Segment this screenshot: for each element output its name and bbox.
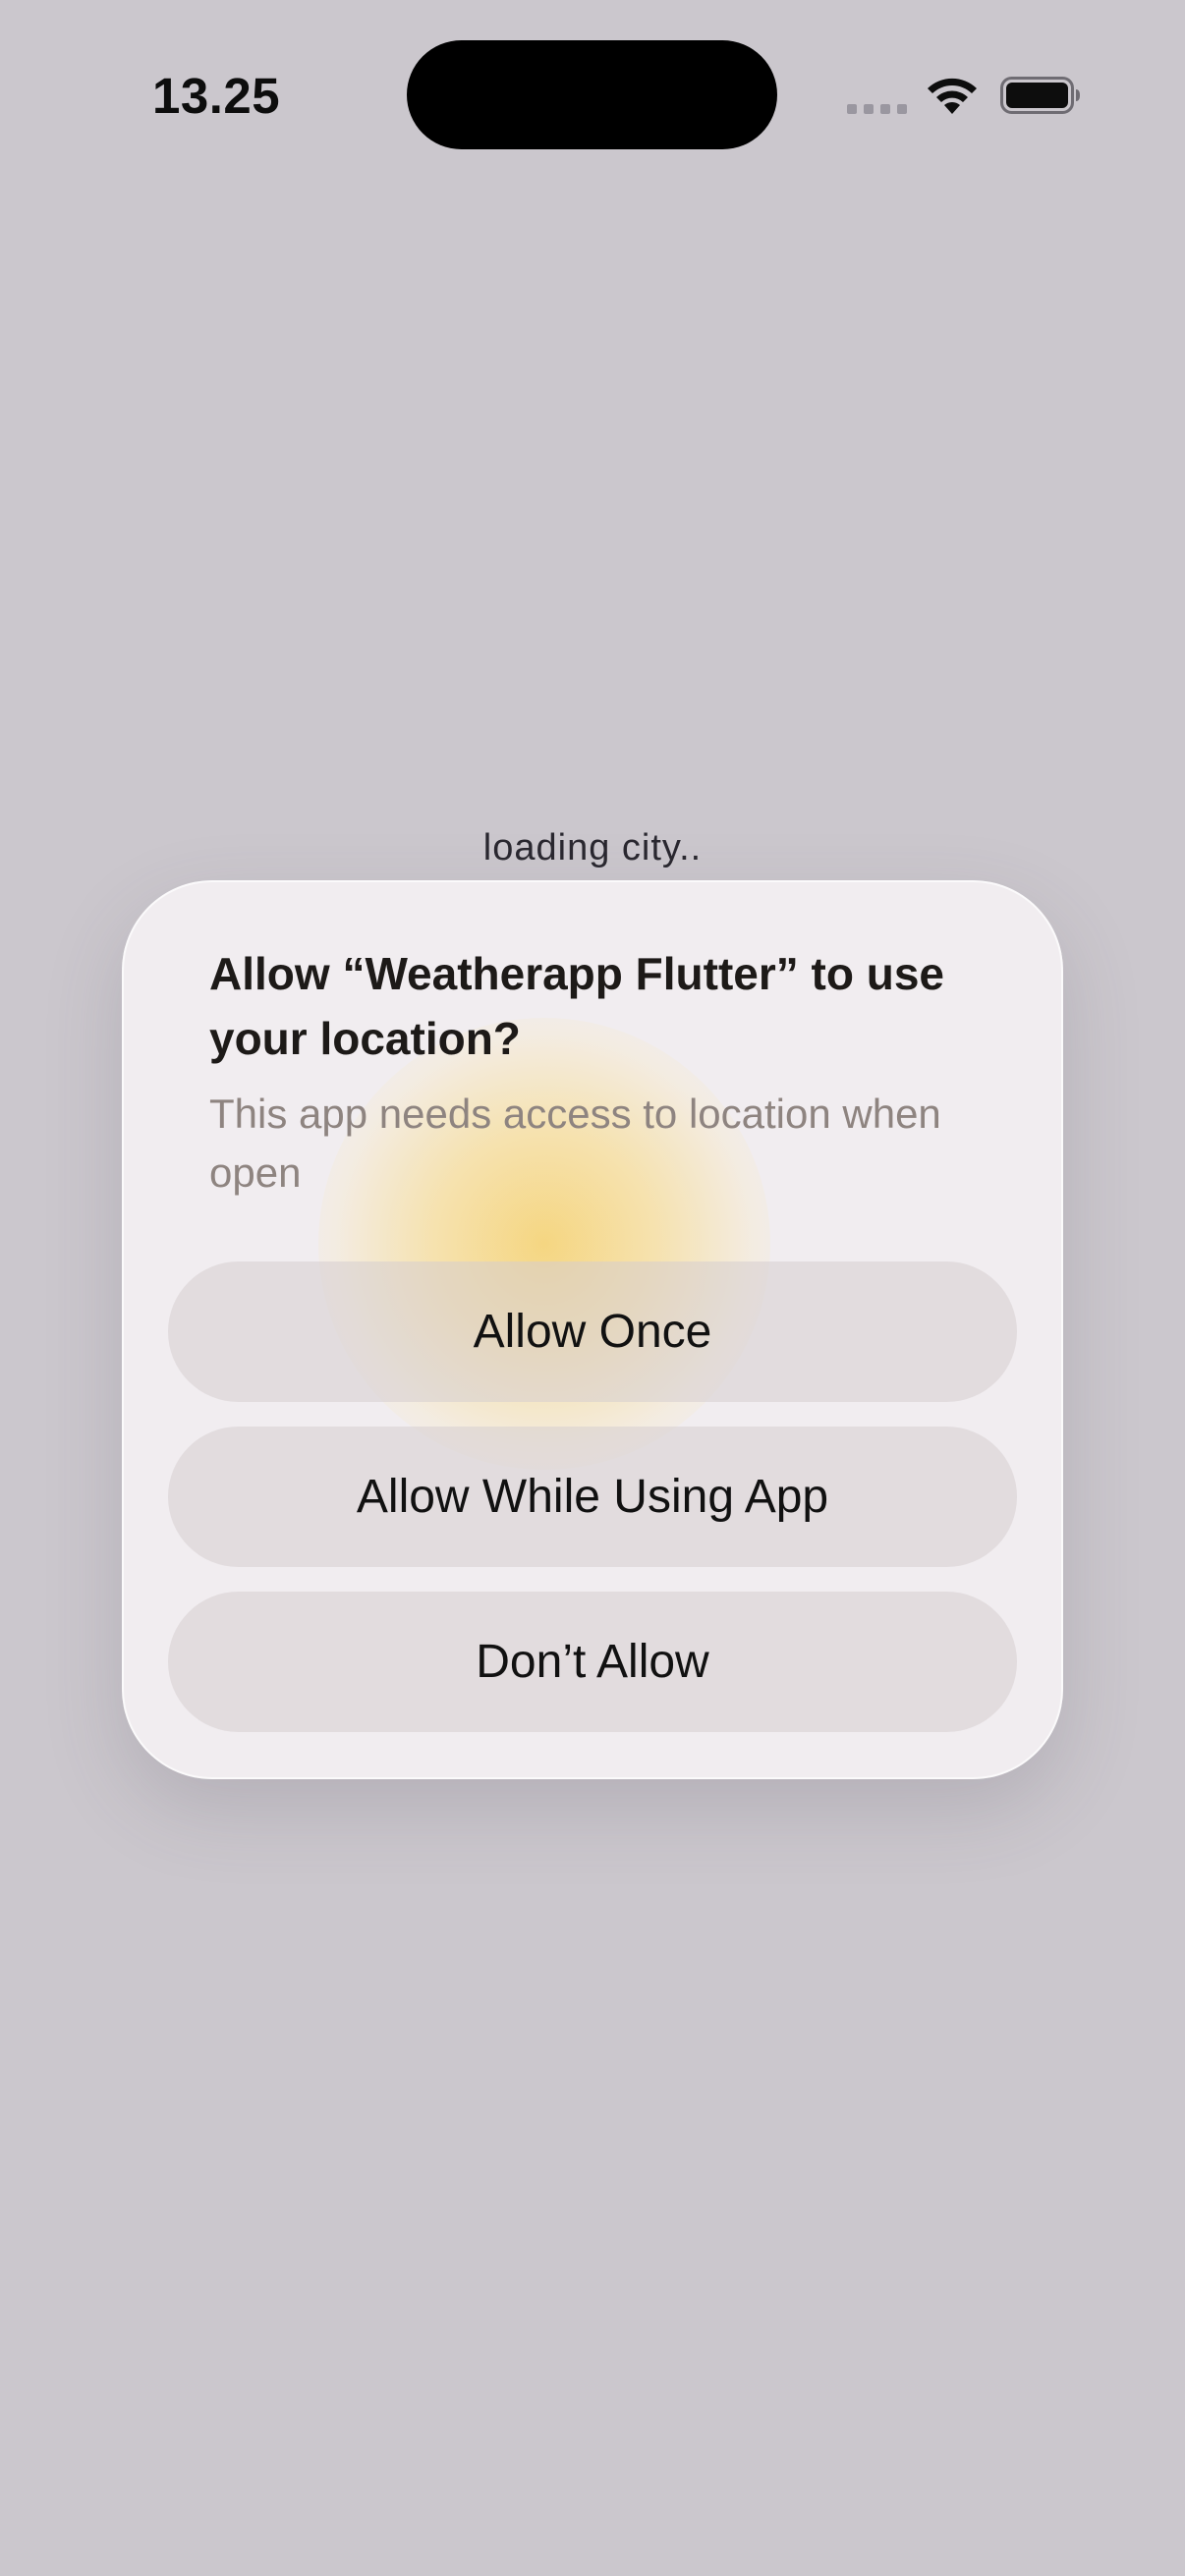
allow-once-button[interactable]: Allow Once: [168, 1261, 1017, 1402]
dont-allow-button[interactable]: Don’t Allow: [168, 1592, 1017, 1732]
dynamic-island: [407, 40, 777, 149]
battery-icon: [1000, 77, 1080, 114]
cellular-signal-icon: [847, 104, 907, 114]
allow-while-using-app-button[interactable]: Allow While Using App: [168, 1427, 1017, 1567]
alert-title: Allow “Weatherapp Flutter” to use your l…: [209, 948, 944, 1064]
location-permission-alert: Allow “Weatherapp Flutter” to use your l…: [122, 880, 1063, 1779]
wifi-icon: [928, 78, 977, 114]
status-bar: 13.25: [0, 0, 1185, 196]
status-time: 13.25: [152, 68, 281, 124]
alert-message: This app needs access to location when o…: [209, 1091, 941, 1196]
loading-city-text: loading city..: [482, 827, 703, 868]
